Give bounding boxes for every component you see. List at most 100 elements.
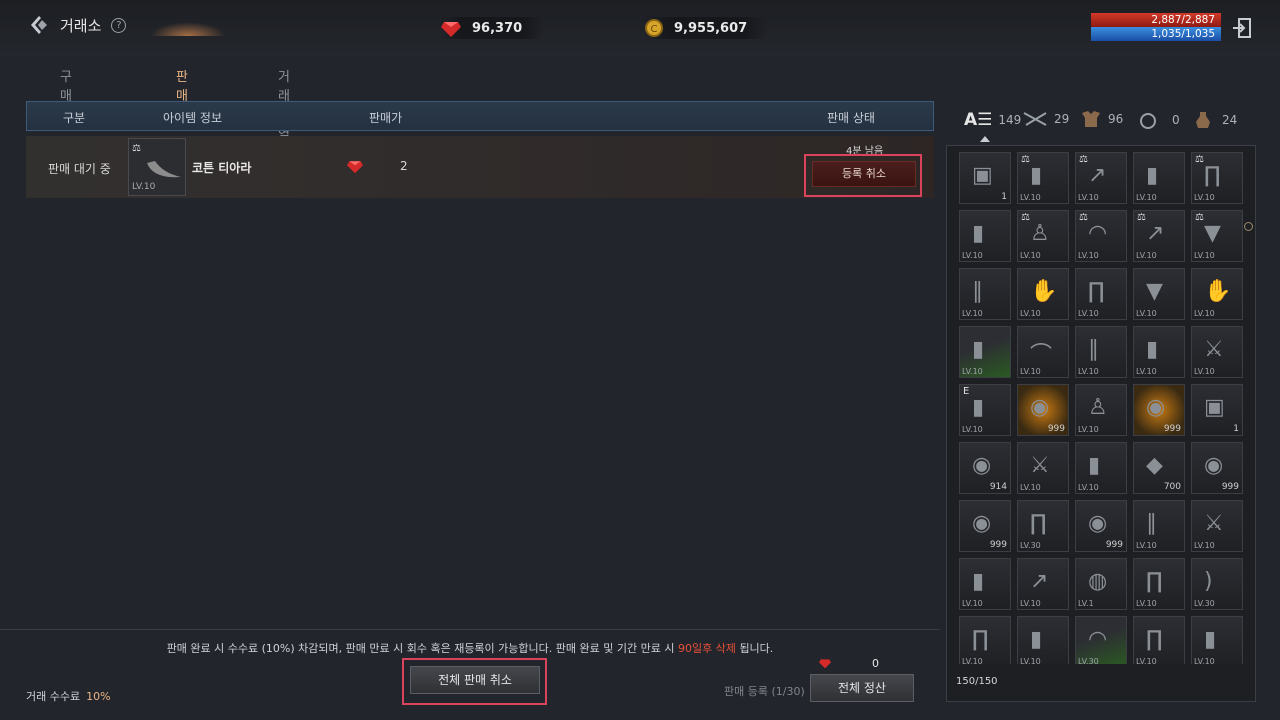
inventory-slot[interactable]: ▮ LV.10	[1075, 442, 1127, 494]
inventory-slot[interactable]: ◉ 999	[1191, 442, 1243, 494]
inventory-slot[interactable]: ▮ LV.10	[959, 210, 1011, 262]
inventory-slot[interactable]: ◠ ⚖ LV.10	[1075, 210, 1127, 262]
registration-count: 판매 등록 (1/30)	[724, 685, 805, 698]
inventory-slot[interactable]: ∥ LV.10	[959, 268, 1011, 320]
inventory-scroll-handle[interactable]	[1244, 222, 1253, 231]
inv-tab-weapon[interactable]: 29	[1022, 110, 1069, 128]
inv-tab-consumable[interactable]: 24	[1194, 110, 1237, 130]
col-price: 판매가	[369, 111, 403, 125]
highlight-cancel-all	[402, 658, 547, 705]
inventory-slot[interactable]: ◆ 700	[1133, 442, 1185, 494]
inventory-slot[interactable]: ▮ LV.10	[1017, 616, 1069, 664]
help-icon[interactable]: ?	[111, 17, 127, 33]
inventory-slot[interactable]: ◠ LV.30	[1075, 616, 1127, 664]
inventory-slot[interactable]: ∏ LV.30	[1017, 500, 1069, 552]
inv-tab-armor[interactable]: 96	[1080, 110, 1123, 128]
armor-icon: ▮	[972, 337, 985, 362]
slot-count: 999	[1105, 540, 1123, 550]
ruby-icon	[819, 659, 831, 669]
inv-tab-all[interactable]: A☰ 149	[964, 110, 1021, 130]
inventory-slot[interactable]: ✋ LV.10	[1017, 268, 1069, 320]
slot-level: LV.10	[1078, 193, 1099, 202]
slot-level: LV.10	[1136, 541, 1157, 550]
gold-coin-icon: C	[645, 19, 663, 37]
inventory-slot[interactable]: ∥ LV.10	[1133, 500, 1185, 552]
boots-icon: ∥	[1088, 337, 1099, 362]
inventory-slot[interactable]: ◉ 999	[1017, 384, 1069, 436]
inventory-slot[interactable]: ▮ LV.10	[1133, 326, 1185, 378]
inventory-slot[interactable]: ∏ LV.10	[959, 616, 1011, 664]
inventory-slot[interactable]: ∏ LV.10	[1133, 558, 1185, 610]
inventory-slot[interactable]: ▮ LV.10	[959, 326, 1011, 378]
inventory-slot[interactable]: ♙ ⚖ LV.10	[1017, 210, 1069, 262]
settle-amount: 0	[872, 657, 879, 670]
inventory-slot[interactable]: ▼ ⚖ LV.10	[1191, 210, 1243, 262]
inventory-slot[interactable]: ⚔ LV.10	[1191, 326, 1243, 378]
slot-level: LV.10	[1194, 541, 1215, 550]
ruby-amount: 96,370	[472, 20, 523, 36]
inventory-slot[interactable]: ▣ 1	[959, 152, 1011, 204]
inventory-slot[interactable]: ↗ ⚖ LV.10	[1075, 152, 1127, 204]
hp-bar: 2,887/2,887	[1091, 13, 1221, 27]
slot-level: LV.10	[1078, 251, 1099, 260]
inventory-slot[interactable]: ◉ 999	[959, 500, 1011, 552]
table-row[interactable]: 판매 대기 중 ⚖ LV.10 코튼 티아라 2 4분 남음 등록 취소	[26, 136, 934, 198]
item-name: 코튼 티아라	[192, 161, 252, 175]
item-price: 2	[400, 159, 408, 173]
slot-level: LV.10	[1136, 367, 1157, 376]
exit-icon[interactable]	[1232, 17, 1252, 39]
settle-all-button[interactable]: 전체 정산	[810, 674, 914, 702]
inventory-slot[interactable]: ◉ 999	[1133, 384, 1185, 436]
inventory-slot[interactable]: ⌒ LV.10	[1017, 326, 1069, 378]
slot-level: LV.10	[1194, 367, 1215, 376]
slot-level: LV.10	[1136, 309, 1157, 318]
inventory-slot[interactable]: ▮ LV.10	[959, 558, 1011, 610]
inventory-slot[interactable]: ⚔ LV.10	[1191, 500, 1243, 552]
slot-level: LV.10	[1078, 425, 1099, 434]
slot-mark: E	[963, 386, 970, 397]
inventory-slot[interactable]: ⚔ LV.10	[1017, 442, 1069, 494]
inv-tab-count: 96	[1108, 112, 1124, 126]
inventory-slot[interactable]: ∥ LV.10	[1075, 326, 1127, 378]
inventory-slot[interactable]: ◍ LV.1	[1075, 558, 1127, 610]
inventory-slot[interactable]: ▮ LV.10	[1191, 616, 1243, 664]
slot-level: LV.10	[1194, 309, 1215, 318]
inventory-slot[interactable]: ◉ 999	[1075, 500, 1127, 552]
coin-icon: ◉	[972, 453, 992, 478]
cape-icon: ▼	[1146, 279, 1163, 304]
inventory-slot[interactable]: ▣ 1	[1191, 384, 1243, 436]
col-category: 구분	[63, 111, 86, 125]
slot-level: LV.10	[962, 251, 983, 260]
slot-level: LV.30	[1194, 599, 1215, 608]
inventory-slot[interactable]: ↗ ⚖ LV.10	[1133, 210, 1185, 262]
inventory-slot[interactable]: ∏ LV.10	[1075, 268, 1127, 320]
tab-buy[interactable]: 구매	[60, 66, 72, 104]
pants-icon: ∏	[972, 627, 989, 652]
inventory-slot[interactable]: ▮ LV.10	[1133, 152, 1185, 204]
slot-level: LV.10	[1078, 483, 1099, 492]
inventory-slot[interactable]: ♙ LV.10	[1075, 384, 1127, 436]
notice-highlight: 90일후 삭제	[677, 642, 736, 655]
inventory-slot[interactable]: ▮ E LV.10	[959, 384, 1011, 436]
item-thumbnail[interactable]: ⚖ LV.10	[128, 138, 186, 196]
tiara-icon: ⌒	[1030, 343, 1053, 368]
tab-sell[interactable]: 판매	[176, 66, 188, 104]
inventory-slot[interactable]: ∏ LV.10	[1133, 616, 1185, 664]
accessory-icon	[1140, 113, 1156, 129]
weapon-icon	[1023, 112, 1047, 126]
inv-tab-accessory[interactable]: 0	[1138, 110, 1180, 130]
inventory-slot[interactable]: ▼ LV.10	[1133, 268, 1185, 320]
shirt-icon: ♙	[1088, 395, 1108, 420]
slot-mark: ⚖	[1137, 212, 1146, 223]
inventory-slot[interactable]: ↗ LV.10	[1017, 558, 1069, 610]
inventory-slot[interactable]: ✋ LV.10	[1191, 268, 1243, 320]
inv-tab-count: 24	[1222, 113, 1238, 127]
fee-value: 10%	[86, 690, 111, 703]
inventory-slot[interactable]: ▮ ⚖ LV.10	[1017, 152, 1069, 204]
inventory-slot[interactable]: ◉ 914	[959, 442, 1011, 494]
back-icon[interactable]	[28, 14, 50, 36]
item-level: LV.10	[132, 182, 156, 192]
inventory-slot[interactable]: ∏ ⚖ LV.10	[1191, 152, 1243, 204]
boots-icon: ∥	[1146, 511, 1157, 536]
inventory-slot[interactable]: ) LV.30	[1191, 558, 1243, 610]
